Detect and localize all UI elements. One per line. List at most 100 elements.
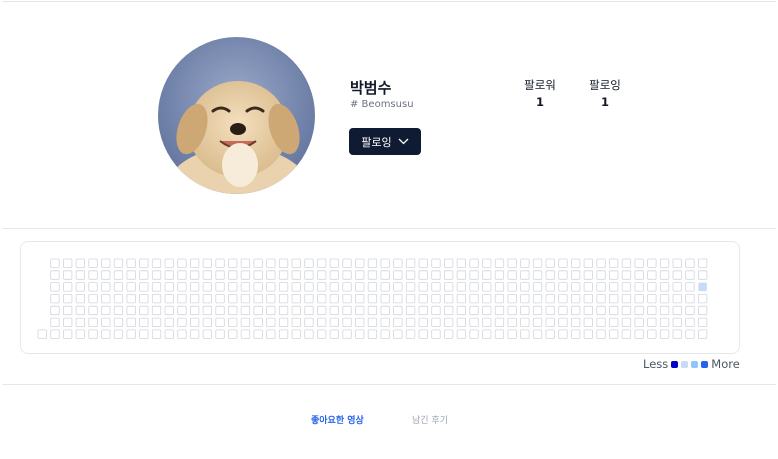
activity-cell bbox=[494, 294, 505, 304]
activity-cell bbox=[685, 270, 695, 280]
activity-cell bbox=[228, 317, 238, 327]
puppy-avatar-image bbox=[158, 37, 315, 194]
activity-cell bbox=[443, 305, 454, 316]
following-stat[interactable]: 팔로잉 1 bbox=[581, 78, 629, 112]
activity-cell bbox=[405, 282, 416, 292]
activity-cell bbox=[75, 258, 85, 268]
legend-less-label: Less bbox=[643, 357, 669, 371]
activity-cell bbox=[507, 294, 517, 304]
activity-cell bbox=[393, 305, 403, 316]
activity-cell bbox=[304, 282, 314, 292]
activity-cell bbox=[355, 294, 365, 304]
activity-cell bbox=[545, 270, 555, 280]
activity-cell bbox=[75, 317, 85, 327]
activity-cell bbox=[355, 282, 365, 292]
activity-cell bbox=[215, 282, 225, 292]
activity-cell bbox=[659, 258, 670, 268]
activity-cell bbox=[316, 305, 327, 316]
activity-cell bbox=[685, 317, 695, 327]
activity-cell bbox=[532, 258, 543, 268]
activity-cell bbox=[367, 305, 378, 316]
activity-cell bbox=[367, 329, 378, 339]
activity-cell bbox=[139, 305, 149, 316]
activity-cell bbox=[609, 329, 619, 339]
activity-legend: Less More bbox=[643, 357, 740, 371]
activity-cell bbox=[367, 282, 378, 292]
activity-cell bbox=[380, 282, 390, 292]
activity-cell bbox=[126, 305, 136, 316]
activity-cell bbox=[431, 305, 441, 316]
tab-reviews[interactable]: 남긴 후기 bbox=[412, 413, 448, 426]
activity-cell bbox=[545, 258, 555, 268]
activity-cell bbox=[647, 305, 657, 316]
activity-cell bbox=[266, 282, 276, 292]
activity-cell bbox=[63, 258, 73, 268]
activity-cell bbox=[418, 329, 428, 339]
following-button[interactable]: 팔로잉 bbox=[349, 128, 421, 155]
followers-count: 1 bbox=[535, 95, 544, 109]
activity-cell bbox=[215, 270, 225, 280]
activity-cell bbox=[266, 270, 276, 280]
activity-cell bbox=[329, 317, 340, 327]
activity-cell bbox=[139, 317, 149, 327]
activity-cell bbox=[494, 317, 505, 327]
activity-cell bbox=[329, 258, 340, 268]
activity-cell bbox=[431, 258, 441, 268]
activity-cell bbox=[177, 329, 187, 339]
profile-name: 박범수 bbox=[350, 79, 392, 97]
activity-cell bbox=[443, 258, 454, 268]
following-count: 1 bbox=[600, 95, 609, 109]
activity-cell bbox=[380, 270, 390, 280]
activity-cell bbox=[545, 294, 555, 304]
activity-cell bbox=[202, 317, 213, 327]
activity-cell bbox=[634, 294, 644, 304]
activity-cell bbox=[88, 282, 98, 292]
activity-cell bbox=[507, 305, 517, 316]
activity-cell bbox=[329, 282, 340, 292]
legend-swatch-3 bbox=[691, 360, 699, 368]
activity-cell bbox=[558, 294, 568, 304]
activity-cell bbox=[151, 258, 162, 268]
activity-cell bbox=[609, 258, 619, 268]
activity-cell bbox=[659, 329, 670, 339]
activity-cell bbox=[647, 270, 657, 280]
activity-cell bbox=[50, 270, 60, 280]
activity-cell bbox=[621, 305, 632, 316]
activity-cell bbox=[380, 294, 390, 304]
activity-cell bbox=[685, 329, 695, 339]
activity-cell bbox=[418, 317, 428, 327]
activity-cell bbox=[189, 258, 200, 268]
activity-cell bbox=[659, 282, 670, 292]
activity-cell bbox=[380, 317, 390, 327]
activity-cell bbox=[545, 282, 555, 292]
activity-cell bbox=[63, 294, 73, 304]
followers-stat[interactable]: 팔로워 1 bbox=[516, 78, 564, 112]
activity-cell bbox=[316, 270, 327, 280]
activity-cell bbox=[75, 282, 85, 292]
activity-cell bbox=[532, 329, 543, 339]
activity-cell bbox=[571, 270, 581, 280]
activity-cell bbox=[431, 282, 441, 292]
activity-cell bbox=[698, 258, 708, 268]
activity-cell bbox=[113, 317, 124, 327]
tab-liked-videos[interactable]: 좋아요한 영상 bbox=[311, 413, 364, 426]
activity-cell bbox=[139, 270, 149, 280]
activity-cell bbox=[316, 282, 327, 292]
activity-cell bbox=[393, 270, 403, 280]
activity-cell bbox=[520, 317, 530, 327]
activity-cell bbox=[151, 270, 162, 280]
activity-cell bbox=[456, 258, 467, 268]
activity-cell bbox=[672, 258, 682, 268]
activity-cell bbox=[253, 294, 263, 304]
activity-cell bbox=[431, 294, 441, 304]
activity-cell bbox=[253, 317, 263, 327]
activity-cell bbox=[304, 258, 314, 268]
activity-cell bbox=[164, 282, 174, 292]
following-button-label: 팔로잉 bbox=[361, 135, 392, 149]
activity-cell bbox=[456, 294, 467, 304]
activity-cell bbox=[355, 258, 365, 268]
activity-cell bbox=[101, 258, 111, 268]
activity-cell bbox=[672, 317, 682, 327]
activity-cell bbox=[621, 294, 632, 304]
activity-cell bbox=[596, 282, 606, 292]
